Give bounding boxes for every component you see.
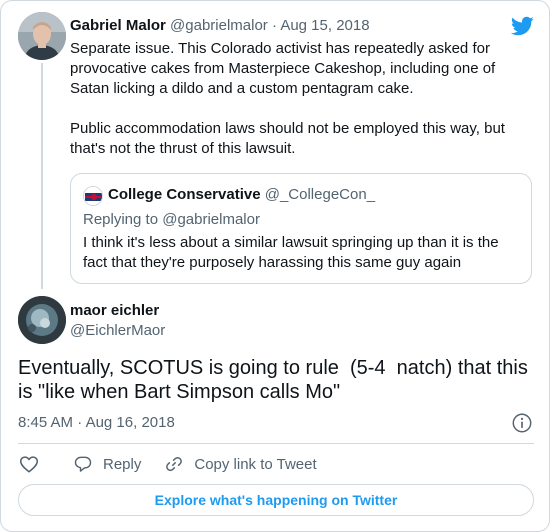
- tweet-date: Aug 16, 2018: [85, 414, 175, 431]
- quoted-tweet[interactable]: College Conservative @_CollegeCon_ Reply…: [70, 173, 532, 284]
- quoted-tweet-text: I think it's less about a similar lawsui…: [83, 234, 499, 271]
- avatar-photo: [84, 187, 102, 205]
- tweet-text: Eventually, SCOTUS is going to rule (5-4…: [18, 357, 534, 403]
- avatar[interactable]: [18, 296, 66, 344]
- author-handle: @_CollegeCon_: [264, 186, 376, 203]
- avatar: [83, 186, 103, 206]
- thread-line: [41, 63, 43, 289]
- tweet-embed-card: Gabriel Malor @gabrielmalor · Aug 15, 20…: [0, 0, 550, 532]
- explore-twitter-button[interactable]: Explore what's happening on Twitter: [18, 484, 534, 516]
- reply-bubble-icon: [74, 456, 92, 472]
- author-handle[interactable]: @gabrielmalor: [170, 17, 268, 34]
- tweet-date[interactable]: Aug 15, 2018: [280, 17, 369, 34]
- author-name: College Conservative: [108, 186, 261, 203]
- copy-link-button[interactable]: Copy link to Tweet: [164, 454, 317, 474]
- divider: [18, 443, 534, 444]
- tweet-paragraph: Public accommodation laws should not be …: [70, 120, 505, 157]
- like-button[interactable]: [18, 453, 40, 475]
- heart-icon: [19, 456, 39, 473]
- copy-link-label: Copy link to Tweet: [194, 455, 317, 473]
- author-name[interactable]: Gabriel Malor: [70, 17, 166, 34]
- link-icon: [166, 456, 183, 472]
- info-icon[interactable]: [511, 412, 533, 434]
- twitter-bird-icon[interactable]: [510, 14, 534, 38]
- author-handle[interactable]: @EichlerMaor: [70, 321, 165, 341]
- author-name[interactable]: maor eichler: [70, 301, 159, 321]
- quoted-tweet-header: College Conservative @_CollegeCon_: [108, 185, 375, 205]
- parent-tweet-header: Gabriel Malor @gabrielmalor · Aug 15, 20…: [70, 16, 370, 36]
- dot-separator: ·: [77, 414, 86, 431]
- dot-separator: ·: [271, 17, 277, 34]
- tweet-paragraph: Separate issue. This Colorado activist h…: [70, 40, 496, 97]
- tweet-actions: Reply Copy link to Tweet: [18, 453, 317, 475]
- replying-to: Replying to @gabrielmalor: [83, 211, 260, 228]
- avatar[interactable]: [18, 12, 66, 60]
- parent-tweet-text: Separate issue. This Colorado activist h…: [70, 39, 532, 159]
- reply-button[interactable]: Reply: [73, 454, 141, 474]
- avatar-photo: [18, 12, 66, 60]
- tweet-time: 8:45 AM: [18, 414, 74, 431]
- tweet-timestamp[interactable]: 8:45 AM · Aug 16, 2018: [18, 413, 175, 433]
- reply-label: Reply: [103, 455, 142, 473]
- avatar-photo: [18, 296, 66, 344]
